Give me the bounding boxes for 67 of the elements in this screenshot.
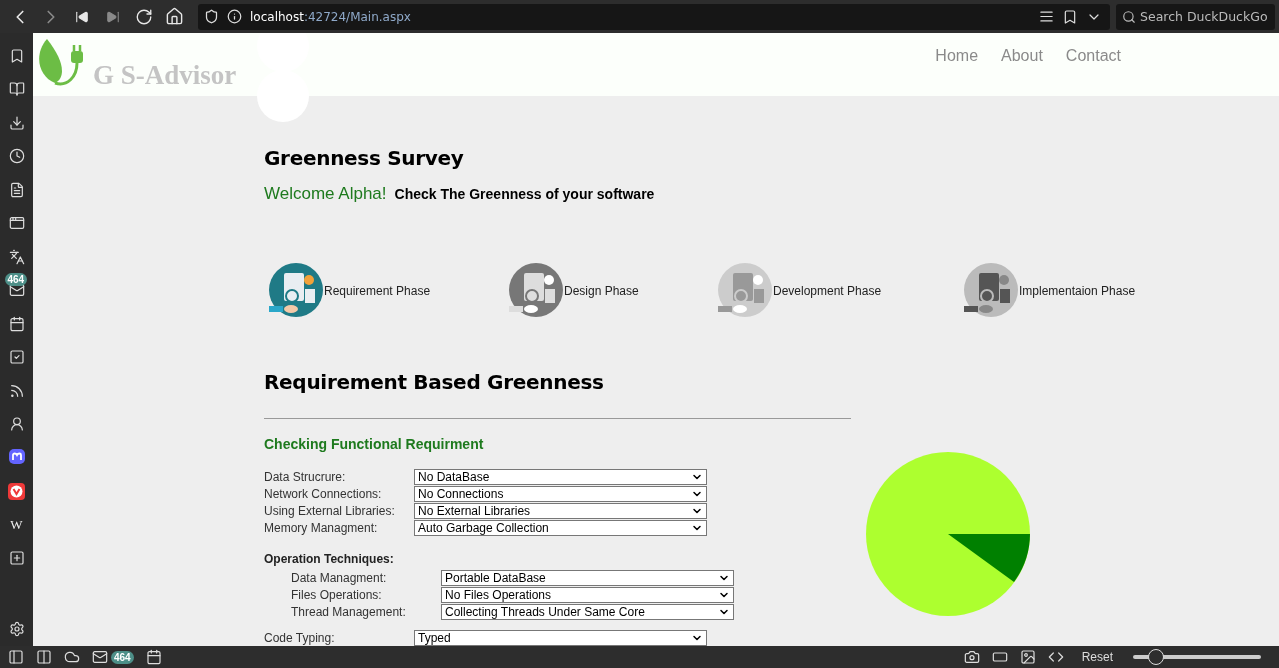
group-label: Operation Techniques: [264,552,395,568]
welcome-text: Welcome Alpha! [264,184,387,204]
clock-icon[interactable] [8,148,25,164]
bookmark-icon[interactable] [1062,8,1078,25]
code-icon[interactable] [1047,649,1064,665]
window-icon[interactable] [991,649,1008,665]
field-label: Network Connections: [264,486,383,501]
dropdown[interactable]: No Files Operations [441,586,734,603]
page-title: Greenness Survey [264,146,465,170]
field-label: Using External Libraries: [264,503,396,518]
tiling-icon[interactable] [36,649,52,665]
brand-name: G S-Advisor [93,61,237,89]
field-label: Thread Management: [291,604,407,619]
search-field[interactable]: Search DuckDuckGo [1116,3,1275,30]
dropdown[interactable]: Portable DataBase [441,569,734,586]
reload-icon[interactable] [134,7,153,26]
dropdown[interactable]: Typed [414,629,707,646]
shield-icon [204,9,219,24]
section-title: Requirement Based Greenness [264,370,605,394]
unread-badge: 464 [4,272,28,286]
download-icon[interactable] [8,114,25,131]
calendar-icon[interactable] [145,649,162,665]
field-label: Data Strucrure: [264,469,347,484]
reader-icon[interactable] [1039,9,1054,24]
wiki-panel[interactable]: W [10,515,23,534]
tagline: Check The Greenness of your software [394,186,655,202]
window-icon[interactable] [8,215,25,231]
translate-icon[interactable] [8,248,25,265]
fast-forward-icon[interactable] [105,9,120,24]
settings-icon[interactable] [8,620,25,637]
camera-icon[interactable] [963,649,980,665]
field-label: Files Operations: [291,587,383,602]
phase-label: Requirement Phase [324,283,431,298]
panel-toggle-icon[interactable] [8,649,24,665]
field-label: Data Managment: [291,570,388,585]
phase-label: Implementaion Phase [1019,283,1136,298]
feed-icon[interactable] [8,382,25,399]
browser-logo-icon[interactable] [8,482,25,500]
address-bar[interactable]: localhost:42724/Main.aspx [198,3,1110,30]
info-icon [227,9,242,24]
field-label: Code Typing: [264,630,336,645]
dropdown[interactable]: No External Libraries [414,502,707,519]
search-icon [1122,9,1136,24]
phase-label: Design Phase [564,283,639,298]
unread-badge: 464 [111,650,134,664]
slider-thumb[interactable] [1148,649,1165,665]
field-label: Memory Managment: [264,520,379,535]
nav-link[interactable]: Contact [1065,47,1121,65]
subsection-title: Checking Functional Requirment [264,436,485,452]
notes-icon[interactable] [8,181,25,198]
phase-label: Development Phase [773,283,882,298]
dropdown[interactable]: Collecting Threads Under Same Core [441,603,734,620]
sync-icon[interactable] [64,649,80,665]
task-icon[interactable] [8,349,25,365]
image-icon[interactable] [1019,649,1036,665]
dropdown[interactable]: Auto Garbage Collection [414,519,707,536]
reset-link[interactable]: Reset [1081,650,1113,664]
home-icon[interactable] [165,7,184,26]
contacts-icon[interactable] [8,416,25,432]
dropdown[interactable]: No Connections [414,485,707,502]
mail-icon[interactable] [92,649,108,665]
rewind-icon[interactable] [74,9,89,24]
dropdown[interactable]: No DataBase [414,468,707,485]
add-panel-icon[interactable] [8,550,25,566]
book-icon[interactable] [8,81,25,97]
chat-icon[interactable] [8,449,25,466]
calendar-icon[interactable] [8,315,25,332]
